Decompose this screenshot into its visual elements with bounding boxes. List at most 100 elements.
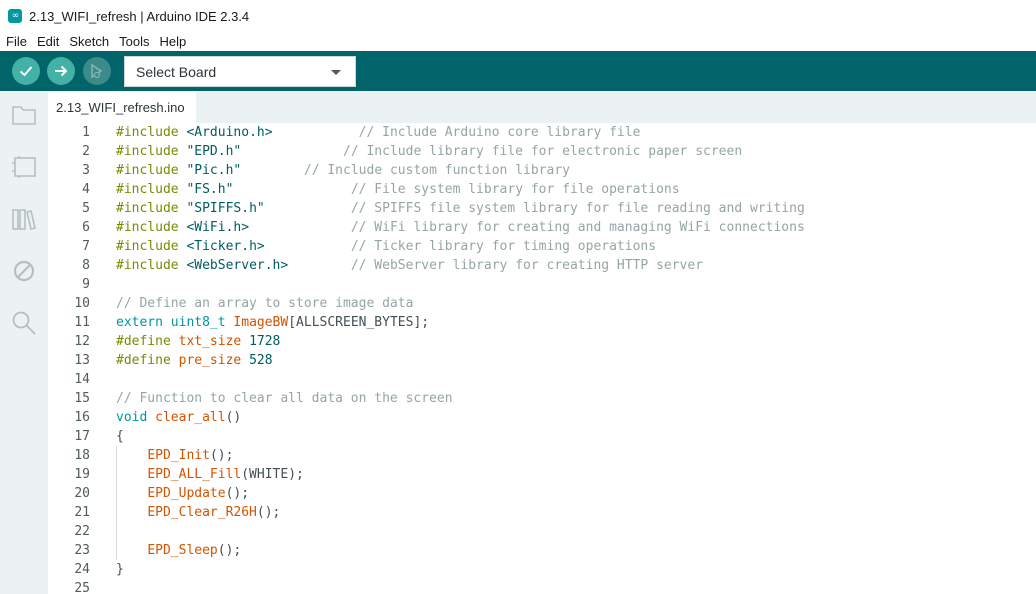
sketchbook-button[interactable] (10, 101, 38, 129)
code-line[interactable]: 1 #include <Arduino.h> // Include Arduino… (48, 123, 1036, 142)
line-number: 22 (74, 524, 90, 539)
menu-edit[interactable]: Edit (37, 34, 59, 49)
code-editor[interactable]: 1 #include <Arduino.h> // Include Arduino… (48, 123, 1036, 594)
upload-button[interactable] (47, 57, 75, 85)
debug-button[interactable] (83, 57, 111, 85)
code-token: // Include custom function library (303, 163, 570, 178)
line-number: 21 (74, 505, 90, 520)
line-number: 17 (74, 429, 90, 444)
sidebar (0, 91, 48, 594)
check-icon (19, 66, 33, 77)
code-text: #include <Arduino.h> // Include Arduino … (116, 123, 640, 142)
code-token: #include (116, 144, 187, 159)
code-text: #include "FS.h" // File system library f… (116, 180, 680, 199)
board-select-dropdown[interactable]: Select Board (124, 56, 356, 87)
code-token: EPD_Update (147, 486, 226, 501)
code-token: void (116, 410, 156, 425)
menu-sketch[interactable]: Sketch (69, 34, 109, 49)
code-token: (); (256, 505, 281, 520)
code-token: EPD_Init (147, 448, 210, 463)
code-line[interactable]: 14 (48, 370, 1036, 389)
code-line[interactable]: 24} (48, 560, 1036, 579)
menu-file[interactable]: File (6, 34, 27, 49)
code-token: (); (217, 543, 242, 558)
chevron-down-icon (331, 70, 341, 75)
line-number: 20 (74, 486, 90, 501)
arduino-logo-icon: ∞ (8, 9, 22, 23)
code-token: [ALLSCREEN_BYTES]; (288, 315, 430, 330)
arrow-right-icon (55, 65, 68, 77)
code-text: #define txt_size 1728 (116, 332, 280, 351)
code-line[interactable]: 7 #include <Ticker.h> // Ticker library f… (48, 237, 1036, 256)
line-number: 3 (82, 163, 90, 178)
code-token: extern (116, 315, 171, 330)
code-line[interactable]: 15 // Function to clear all data on the s… (48, 389, 1036, 408)
line-number: 23 (74, 543, 90, 558)
code-text: EPD_Clear_R26H(); (116, 503, 280, 522)
code-text: } (116, 560, 124, 579)
code-line[interactable]: 2 #include "EPD.h" // Include library fil… (48, 142, 1036, 161)
code-text: #define pre_size 528 (116, 351, 273, 370)
code-token: clear_all (155, 410, 226, 425)
code-line[interactable]: 8 #include <WebServer.h> // WebServer lib… (48, 256, 1036, 275)
code-token: // Include Arduino core library file (358, 125, 641, 140)
code-text: #include "SPIFFS.h" // SPIFFS file syste… (116, 199, 805, 218)
code-token: 528 (249, 353, 273, 368)
verify-button[interactable] (12, 57, 40, 85)
tab-sketch-file[interactable]: 2.13_WIFI_refresh.ino (48, 91, 196, 123)
code-line[interactable]: 20 EPD_Update(); (48, 484, 1036, 503)
library-manager-button[interactable] (10, 205, 38, 233)
code-line[interactable]: 12 #define txt_size 1728 (48, 332, 1036, 351)
line-number: 25 (74, 581, 90, 594)
code-token: // Include library file for electronic p… (343, 144, 743, 159)
code-line[interactable]: 22 (48, 522, 1036, 541)
code-token: <WiFi.h> (186, 220, 250, 235)
code-token: #include (116, 239, 187, 254)
code-line[interactable]: 6 #include <WiFi.h> // WiFi library for c… (48, 218, 1036, 237)
menu-tools[interactable]: Tools (119, 34, 149, 49)
code-text: EPD_Init(); (116, 446, 233, 465)
code-line[interactable]: 23 EPD_Sleep(); (48, 541, 1036, 560)
code-token: pre_size (178, 353, 250, 368)
code-token: #define (116, 353, 179, 368)
code-text: #include "Pic.h" // Include custom funct… (116, 161, 570, 180)
code-text: void clear_all() (116, 408, 241, 427)
code-token: "FS.h" (186, 182, 234, 197)
code-line[interactable]: 25 (48, 579, 1036, 594)
code-line[interactable]: 21 EPD_Clear_R26H(); (48, 503, 1036, 522)
code-line[interactable]: 5 #include "SPIFFS.h" // SPIFFS file syst… (48, 199, 1036, 218)
code-token: { (116, 429, 124, 444)
code-line[interactable]: 19 EPD_ALL_Fill(WHITE); (48, 465, 1036, 484)
code-line[interactable]: 10 // Define an array to store image data (48, 294, 1036, 313)
debug-panel-button[interactable] (10, 257, 38, 285)
line-number: 8 (82, 258, 90, 273)
code-line[interactable]: 18 EPD_Init(); (48, 446, 1036, 465)
code-token: "EPD.h" (186, 144, 242, 159)
code-token: // Ticker library for timing operations (350, 239, 657, 254)
code-text: #include <Ticker.h> // Ticker library fo… (116, 237, 656, 256)
line-number: 9 (82, 277, 90, 292)
code-line[interactable]: 11 extern uint8_t ImageBW[ALLSCREEN_BYTES… (48, 313, 1036, 332)
line-number: 14 (74, 372, 90, 387)
search-panel-button[interactable] (10, 309, 38, 337)
code-line[interactable]: 3 #include "Pic.h" // Include custom func… (48, 161, 1036, 180)
code-token: "Pic.h" (186, 163, 242, 178)
code-line[interactable]: 17 { (48, 427, 1036, 446)
code-token: (); (209, 448, 234, 463)
code-token: EPD_ALL_Fill (147, 467, 242, 482)
code-line[interactable]: 13 #define pre_size 528 (48, 351, 1036, 370)
code-token: // WebServer library for creating HTTP s… (350, 258, 704, 273)
code-line[interactable]: 9 (48, 275, 1036, 294)
code-token: <Ticker.h> (186, 239, 265, 254)
code-line[interactable]: 4 #include "FS.h" // File system library … (48, 180, 1036, 199)
menu-help[interactable]: Help (159, 34, 186, 49)
code-line[interactable]: 16 void clear_all() (48, 408, 1036, 427)
code-token: #include (116, 258, 187, 273)
boards-manager-button[interactable] (10, 153, 38, 181)
debug-off-icon (13, 260, 35, 282)
